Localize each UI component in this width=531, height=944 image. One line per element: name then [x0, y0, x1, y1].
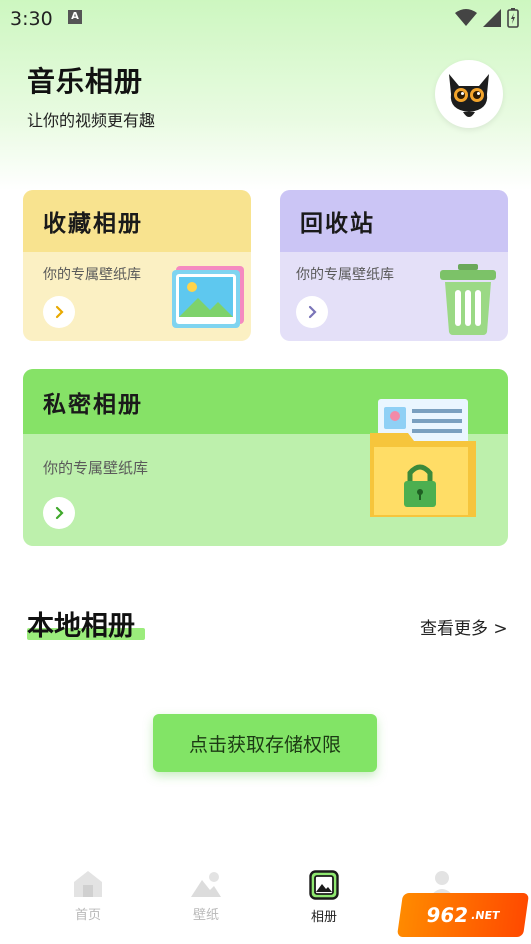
local-album-title: 本地相册 [27, 611, 135, 642]
private-album-card[interactable]: 私密相册 你的专属壁纸库 [23, 369, 508, 546]
avatar[interactable] [435, 60, 503, 128]
page-subtitle: 让你的视频更有趣 [27, 111, 156, 130]
trash-can-icon [440, 264, 496, 335]
get-storage-permission-button[interactable]: 点击获取存储权限 [153, 714, 377, 772]
tab-home[interactable]: 首页 [53, 870, 123, 923]
locked-folder-icon [370, 399, 476, 517]
favorites-arrow-button[interactable] [43, 296, 75, 328]
landscape-icon [191, 872, 221, 897]
recycle-bin-card[interactable]: 回收站 你的专属壁纸库 [280, 190, 508, 341]
recycle-card-title: 回收站 [280, 190, 508, 252]
favorites-card-title: 收藏相册 [23, 190, 251, 252]
tab-album-label: 相册 [310, 910, 337, 925]
notification-a-icon: A [68, 10, 82, 24]
favorites-album-card[interactable]: 收藏相册 你的专属壁纸库 [23, 190, 251, 341]
chevron-right-icon [55, 506, 64, 520]
photo-gallery-icon [172, 266, 244, 328]
tab-wallpaper-label: 壁纸 [192, 908, 219, 923]
watermark-logo: 962 .NET [396, 893, 530, 937]
tab-album[interactable]: 相册 [289, 870, 359, 925]
home-icon [74, 871, 102, 897]
status-time: 3:30 [10, 8, 53, 30]
watermark-text: 962 [424, 903, 470, 927]
signal-icon [483, 9, 501, 27]
tab-home-label: 首页 [74, 908, 101, 923]
recycle-card-desc: 你的专属壁纸库 [296, 267, 394, 283]
tab-wallpaper[interactable]: 壁纸 [171, 870, 241, 923]
watermark-suffix: .NET [470, 908, 501, 922]
chevron-right-icon [308, 305, 317, 319]
private-arrow-button[interactable] [43, 497, 75, 529]
see-more-link[interactable]: 查看更多 > [420, 614, 508, 639]
recycle-arrow-button[interactable] [296, 296, 328, 328]
wifi-icon [455, 9, 477, 26]
black-cat-icon [449, 74, 489, 117]
battery-icon [507, 8, 519, 28]
favorites-card-desc: 你的专属壁纸库 [43, 267, 141, 283]
status-bar: 3:30 A [0, 0, 531, 36]
private-card-desc: 你的专属壁纸库 [43, 459, 149, 477]
album-icon [309, 870, 339, 900]
page-title: 音乐相册 [27, 65, 144, 98]
chevron-right-icon [55, 305, 64, 319]
